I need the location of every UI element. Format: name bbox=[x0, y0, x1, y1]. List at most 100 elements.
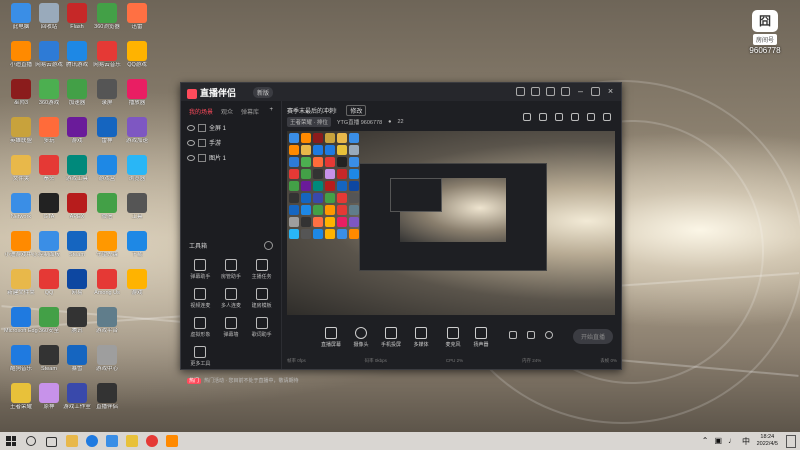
tool-lyrics[interactable]: 歌词助手 bbox=[246, 317, 277, 338]
record-icon[interactable] bbox=[509, 331, 517, 339]
lock-icon[interactable] bbox=[198, 153, 206, 162]
desktop-icon[interactable]: 游戏平台 bbox=[90, 307, 124, 341]
scene-item[interactable]: 手游 bbox=[181, 135, 281, 150]
tool-more[interactable]: 更多工具 bbox=[185, 346, 216, 367]
desktop-icon[interactable]: 浏览器 bbox=[120, 155, 154, 189]
live-companion-taskbar-icon[interactable] bbox=[166, 435, 178, 447]
chevron-up-icon[interactable]: ⌃ bbox=[702, 436, 709, 447]
desktop-icon[interactable]: 工具 bbox=[120, 193, 154, 227]
minimize-icon[interactable]: – bbox=[576, 87, 585, 96]
desktop-icon[interactable]: 腾讯 bbox=[60, 307, 94, 341]
lock-icon[interactable] bbox=[539, 113, 547, 121]
settings-icon[interactable] bbox=[531, 87, 540, 96]
live-companion-window[interactable]: 直播伴侣 新版 – × 我的场景 观众 弹幕库 + 全屏 1 手游 图片 1 工… bbox=[180, 82, 622, 384]
tab-danmaku[interactable]: 弹幕库 bbox=[241, 107, 259, 116]
desktop-icon[interactable]: APEX bbox=[60, 193, 94, 227]
gift-icon[interactable] bbox=[523, 113, 531, 121]
notice-bar[interactable]: 热门 热门活动 · 您目前不处于直播中，敬请期待 bbox=[187, 377, 298, 384]
shop-icon[interactable] bbox=[555, 113, 563, 121]
speaker-button[interactable]: 扬声器 bbox=[467, 327, 495, 348]
desktop-icon[interactable]: 游戏中心 bbox=[90, 345, 124, 379]
desktop-icon[interactable]: Among Us bbox=[90, 269, 124, 303]
tab-audience[interactable]: 观众 bbox=[221, 107, 233, 116]
desktop-icon[interactable]: 360浏览器 bbox=[90, 3, 124, 37]
stream-preview[interactable] bbox=[287, 131, 615, 315]
bell-icon[interactable] bbox=[587, 113, 595, 121]
lock-icon[interactable] bbox=[198, 123, 206, 132]
media-button[interactable]: 多媒体 bbox=[407, 327, 435, 348]
volume-icon[interactable]: ♩ bbox=[728, 436, 736, 447]
category-badge[interactable]: 王者荣耀 · 排位 bbox=[287, 117, 331, 127]
desktop-icon[interactable]: 直播伴侣 bbox=[90, 383, 124, 417]
close-icon[interactable]: × bbox=[606, 87, 615, 96]
desktop-icon[interactable]: 游戏工具 bbox=[60, 155, 94, 189]
tool-danmaku-wall[interactable]: 弹幕墙 bbox=[216, 317, 247, 338]
toolbox-more-icon[interactable] bbox=[264, 241, 273, 250]
tool-multi-link[interactable]: 多人连麦 bbox=[216, 288, 247, 309]
tab-scenes[interactable]: 我的场景 bbox=[189, 107, 213, 116]
save-icon[interactable] bbox=[571, 113, 579, 121]
desktop-icon[interactable]: 游戏盒 bbox=[90, 155, 124, 189]
windows-start-icon[interactable] bbox=[6, 436, 16, 446]
desktop-icon[interactable]: 游戏工作室 bbox=[60, 383, 94, 417]
eye-icon[interactable] bbox=[187, 139, 195, 146]
desktop-icon[interactable]: 录屏 bbox=[90, 79, 124, 113]
preview-icon bbox=[337, 181, 347, 191]
desktop-icon[interactable]: QQ游戏 bbox=[120, 41, 154, 75]
tool-video-link[interactable]: 视频连麦 bbox=[185, 288, 216, 309]
skin-icon[interactable] bbox=[546, 87, 555, 96]
search-icon[interactable] bbox=[26, 436, 36, 446]
desktop-icon[interactable]: 游戏 bbox=[60, 117, 94, 151]
desktop-icon[interactable]: 腾讯游戏 bbox=[60, 41, 94, 75]
message-icon[interactable] bbox=[516, 87, 525, 96]
desktop-icon[interactable]: 微信 bbox=[90, 193, 124, 227]
screen-capture-button[interactable]: 直播屏幕 bbox=[317, 327, 345, 348]
tool-avatar[interactable]: 虚拟形象 bbox=[185, 317, 216, 338]
desktop-icon[interactable]: 播放器 bbox=[120, 79, 154, 113]
tool-streamer-task[interactable]: 主播任务 bbox=[246, 259, 277, 280]
eye-icon[interactable] bbox=[527, 331, 535, 339]
eye-icon[interactable] bbox=[187, 154, 195, 161]
camera-button[interactable]: 摄像头 bbox=[347, 327, 375, 348]
desktop-icon[interactable]: 网易云音乐 bbox=[90, 41, 124, 75]
store-icon[interactable] bbox=[106, 435, 118, 447]
lock-icon[interactable] bbox=[198, 138, 206, 147]
file-explorer-icon[interactable] bbox=[66, 435, 78, 447]
desktop-icon[interactable]: 雷神 bbox=[90, 117, 124, 151]
desktop-icon[interactable]: 守望先锋 bbox=[90, 231, 124, 265]
phone-cast-button[interactable]: 手机投屏 bbox=[377, 327, 405, 348]
desktop-icon[interactable]: 迅雷 bbox=[120, 3, 154, 37]
start-live-button[interactable]: 开始直播 bbox=[572, 329, 613, 344]
desktop-icon[interactable]: 游戏加速 bbox=[120, 117, 154, 151]
ime-icon[interactable]: 中 bbox=[742, 436, 750, 447]
edge-icon[interactable] bbox=[86, 435, 98, 447]
tool-room-template[interactable]: 建房模板 bbox=[246, 288, 277, 309]
desktop-icon[interactable]: 暴雪 bbox=[60, 345, 94, 379]
window-titlebar[interactable]: 直播伴侣 新版 – × bbox=[181, 83, 621, 101]
menu-icon[interactable] bbox=[561, 87, 570, 96]
notification-icon[interactable] bbox=[786, 435, 796, 448]
edit-title-button[interactable]: 修改 bbox=[346, 105, 367, 116]
game-app-icon[interactable] bbox=[126, 435, 138, 447]
task-view-icon[interactable] bbox=[46, 437, 57, 447]
network-icon[interactable]: ▣ bbox=[714, 436, 722, 447]
settings-icon[interactable] bbox=[545, 331, 553, 339]
desktop-icon[interactable]: 游戏 bbox=[120, 269, 154, 303]
desktop-icon[interactable]: 下载 bbox=[120, 231, 154, 265]
scene-item[interactable]: 图片 1 bbox=[181, 150, 281, 165]
tool-room-manager[interactable]: 房管助手 bbox=[216, 259, 247, 280]
tool-danmaku-assistant[interactable]: 弹幕助手 bbox=[185, 259, 216, 280]
scene-item[interactable]: 全屏 1 bbox=[181, 120, 281, 135]
microphone-button[interactable]: 麦克风 bbox=[439, 327, 467, 348]
desktop-icon[interactable]: 加速器 bbox=[60, 79, 94, 113]
version-badge[interactable]: 新版 bbox=[253, 87, 274, 98]
clock[interactable]: 18:24 2022/4/5 bbox=[757, 434, 778, 448]
desktop-icon[interactable]: Flash bbox=[60, 3, 94, 37]
desktop-icon[interactable]: 网易 bbox=[60, 269, 94, 303]
app-icon[interactable] bbox=[146, 435, 158, 447]
desktop-icon[interactable]: Steam bbox=[60, 231, 94, 265]
share-icon[interactable] bbox=[603, 113, 611, 121]
add-scene-icon[interactable]: + bbox=[269, 107, 273, 116]
eye-icon[interactable] bbox=[187, 124, 195, 131]
maximize-icon[interactable] bbox=[591, 87, 600, 96]
